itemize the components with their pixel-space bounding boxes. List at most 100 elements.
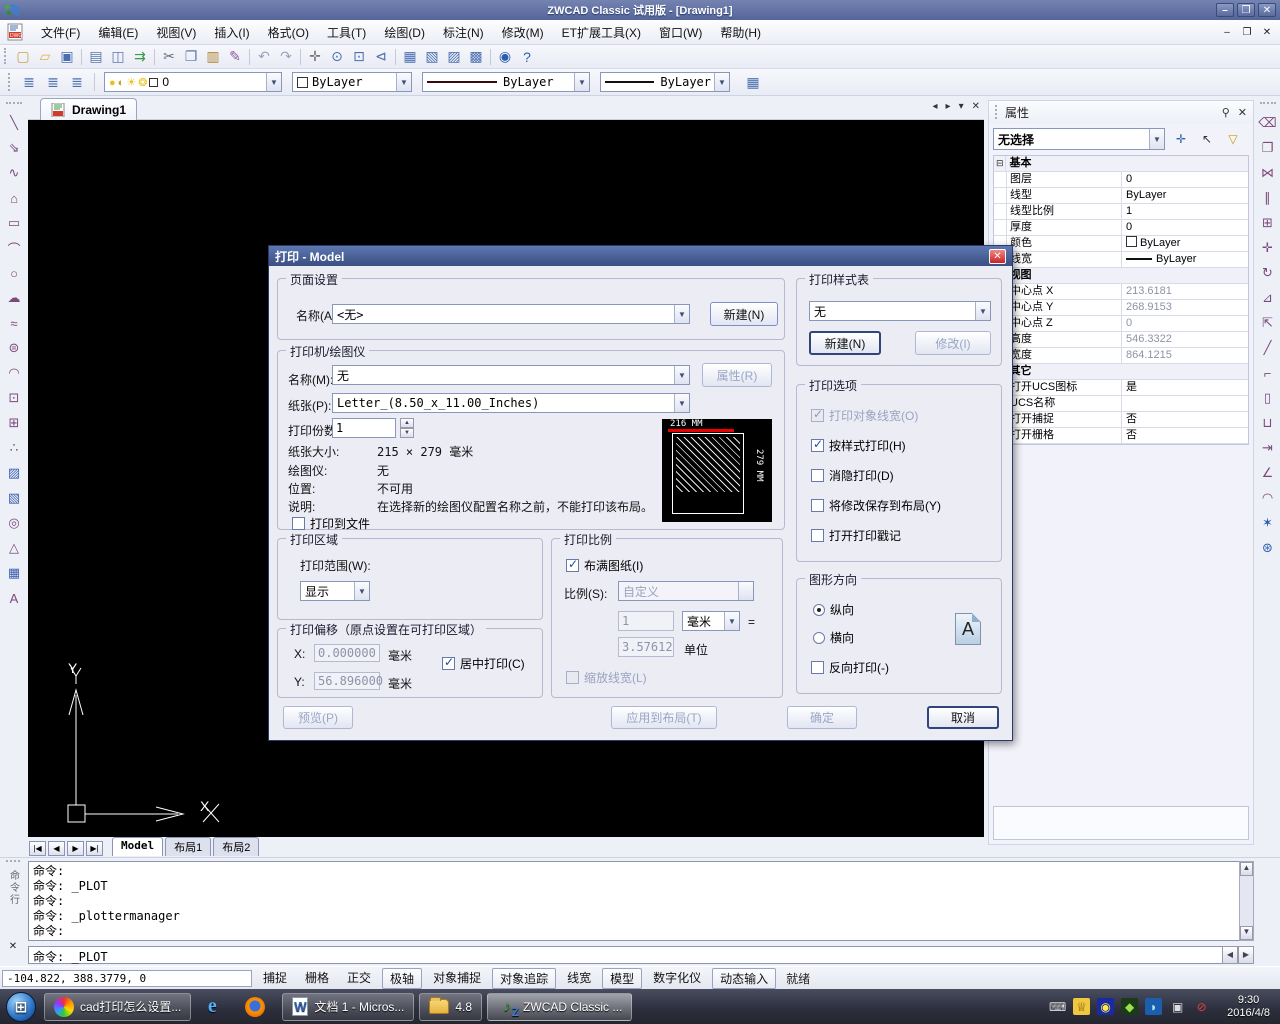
chevron-down-icon[interactable]: ▼ xyxy=(674,366,689,384)
chevron-down-icon[interactable]: ▼ xyxy=(266,73,281,91)
property-value[interactable]: 0 xyxy=(1122,220,1248,235)
printer-name-combo[interactable]: 无 ▼ xyxy=(332,365,690,385)
prop-lineweight[interactable]: 线宽 ByLayer xyxy=(994,252,1248,268)
print-icon[interactable]: ▤ xyxy=(85,47,107,67)
plot-range-combo[interactable]: 显示 ▼ xyxy=(300,581,370,601)
tab-close-icon[interactable]: ✕ xyxy=(972,101,980,112)
donut-icon[interactable]: ◎ xyxy=(2,511,26,535)
line-icon[interactable]: ╲ xyxy=(2,111,26,135)
status-osnap-button[interactable]: 对象捕捉 xyxy=(426,968,488,989)
prop-grid-on[interactable]: 打开栅格 否 xyxy=(994,428,1248,444)
chevron-down-icon[interactable]: ▼ xyxy=(396,73,411,91)
extend-icon[interactable]: ⌐ xyxy=(1256,361,1280,385)
menu-modify[interactable]: 修改(M) xyxy=(493,21,553,44)
collapse-icon[interactable]: ⊟ xyxy=(994,156,1006,171)
property-value[interactable]: 213.6181 xyxy=(1122,284,1248,299)
nvidia-icon[interactable]: ◆ xyxy=(1121,998,1138,1015)
tab-scroll-right-icon[interactable]: ▸ xyxy=(946,101,951,112)
pan-icon[interactable]: ✛ xyxy=(304,47,326,67)
printer-properties-button[interactable]: 属性(R) xyxy=(702,363,772,387)
break-point-icon[interactable]: ▯ xyxy=(1256,386,1280,410)
toolbar-grip[interactable] xyxy=(1260,102,1276,107)
muted-speaker-icon[interactable]: ⊘ xyxy=(1193,998,1210,1015)
plot-style-combo[interactable]: 无 ▼ xyxy=(809,301,991,321)
property-value[interactable]: 是 xyxy=(1122,380,1248,395)
command-input[interactable]: 命令: _PLOT xyxy=(28,946,1252,964)
region-icon[interactable]: △ xyxy=(2,536,26,560)
command-scrollbar[interactable]: ▲ ▼ xyxy=(1239,861,1254,941)
command-hscroll[interactable]: ◀ ▶ xyxy=(1222,946,1254,964)
prop-snap-on[interactable]: 打开捕捉 否 xyxy=(994,412,1248,428)
copy-object-icon[interactable]: ❐ xyxy=(1256,136,1280,160)
polyline-icon[interactable]: ∿ xyxy=(2,161,26,185)
chevron-down-icon[interactable]: ▼ xyxy=(574,73,589,91)
signal-icon[interactable]: ◉ xyxy=(1097,998,1114,1015)
portrait-radio[interactable]: 纵向 xyxy=(813,601,854,618)
property-value[interactable]: ByLayer xyxy=(1122,252,1248,267)
prop-color[interactable]: 颜色 ByLayer xyxy=(994,236,1248,252)
ime-gold-icon[interactable]: ♕ xyxy=(1073,998,1090,1015)
menu-format[interactable]: 格式(O) xyxy=(259,21,318,44)
plot-to-file-checkbox[interactable]: 打印到文件 xyxy=(292,515,370,532)
join-icon[interactable]: ⇥ xyxy=(1256,436,1280,460)
menu-dimension[interactable]: 标注(N) xyxy=(434,21,493,44)
status-grid-button[interactable]: 栅格 xyxy=(298,968,336,989)
apply-to-layout-button[interactable]: 应用到布局(T) xyxy=(611,706,717,729)
tab-model[interactable]: Model xyxy=(112,837,163,856)
status-tablet-button[interactable]: 数字化仪 xyxy=(646,968,708,989)
separator[interactable] xyxy=(297,47,304,67)
chevron-down-icon[interactable]: ▼ xyxy=(674,305,689,323)
style-new-button[interactable]: 新建(N) xyxy=(809,331,881,355)
opt-plot-stamp[interactable]: 打开打印戳记 xyxy=(811,527,901,544)
clock[interactable]: 9:30 2016/4/8 xyxy=(1227,994,1270,1020)
layer-properties-manager-icon[interactable]: ≣ xyxy=(18,72,40,92)
viewports-icon[interactable]: ▩ xyxy=(465,47,487,67)
linetype-combo[interactable]: ByLayer ▼ xyxy=(422,72,590,92)
explode-icon[interactable]: ✶ xyxy=(1256,511,1280,535)
chevron-down-icon[interactable]: ▼ xyxy=(724,612,739,630)
table-icon[interactable]: ▦ xyxy=(2,561,26,585)
chevron-down-icon[interactable]: ▼ xyxy=(975,302,990,320)
prop-center-x[interactable]: 中心点 X 213.6181 xyxy=(994,284,1248,300)
menu-view[interactable]: 视图(V) xyxy=(147,21,205,44)
command-history[interactable]: 命令:命令: _PLOT命令:命令: _plottermanager命令: xyxy=(28,861,1252,941)
minimize-button[interactable]: – xyxy=(1216,3,1234,17)
layer-states-icon[interactable]: ≣ xyxy=(42,72,64,92)
properties-palette-icon[interactable]: ▦ xyxy=(399,47,421,67)
command-panel-titlebar[interactable]: 命令行 ✕ xyxy=(0,858,26,966)
redo-icon[interactable]: ↷ xyxy=(275,47,297,67)
property-value[interactable]: ByLayer xyxy=(1122,188,1248,203)
rotate-icon[interactable]: ↻ xyxy=(1256,261,1280,285)
scale-combo[interactable]: 自定义 xyxy=(618,581,754,601)
undo-icon[interactable]: ↶ xyxy=(253,47,275,67)
property-value[interactable]: 1 xyxy=(1122,204,1248,219)
point-icon[interactable]: ∴ xyxy=(2,436,26,460)
chevron-down-icon[interactable]: ▼ xyxy=(714,73,729,91)
separator[interactable] xyxy=(151,47,158,67)
separator[interactable] xyxy=(246,47,253,67)
restore-button[interactable]: ❐ xyxy=(1237,3,1255,17)
table-style-icon[interactable]: ▦ xyxy=(742,72,764,92)
task-cad-help-browser[interactable]: cad打印怎么设置... xyxy=(44,993,191,1021)
task-folder-48[interactable]: 4.8 xyxy=(419,993,482,1021)
erase-icon[interactable]: ⌫ xyxy=(1256,111,1280,135)
find-icon[interactable]: ◉ xyxy=(494,47,516,67)
status-ortho-button[interactable]: 正交 xyxy=(340,968,378,989)
center-plot-checkbox[interactable]: 居中打印(C) xyxy=(442,655,525,672)
polygon-icon[interactable]: ⌂ xyxy=(2,186,26,210)
array-icon[interactable]: ⊞ xyxy=(1256,211,1280,235)
property-value[interactable]: 0 xyxy=(1122,172,1248,187)
keyboard-icon[interactable]: ⌨ xyxy=(1049,998,1066,1015)
scroll-left-icon[interactable]: ◀ xyxy=(1222,946,1238,964)
prop-layer[interactable]: 图层 0 xyxy=(994,172,1248,188)
task-word-document[interactable]: W 文档 1 - Micros... xyxy=(282,993,414,1021)
tab-scroll-left-icon[interactable]: ◂ xyxy=(933,101,938,112)
tab-next-button[interactable]: ▶ xyxy=(67,841,84,856)
color-combo[interactable]: ByLayer ▼ xyxy=(292,72,412,92)
fillet-icon[interactable]: ◠ xyxy=(1256,486,1280,510)
spline-icon[interactable]: ≈ xyxy=(2,311,26,335)
status-otrack-button[interactable]: 对象追踪 xyxy=(492,968,556,989)
property-value[interactable]: 546.3322 xyxy=(1122,332,1248,347)
offset-x-input[interactable]: 0.000000 xyxy=(314,644,380,662)
task-firefox[interactable] xyxy=(239,993,277,1021)
